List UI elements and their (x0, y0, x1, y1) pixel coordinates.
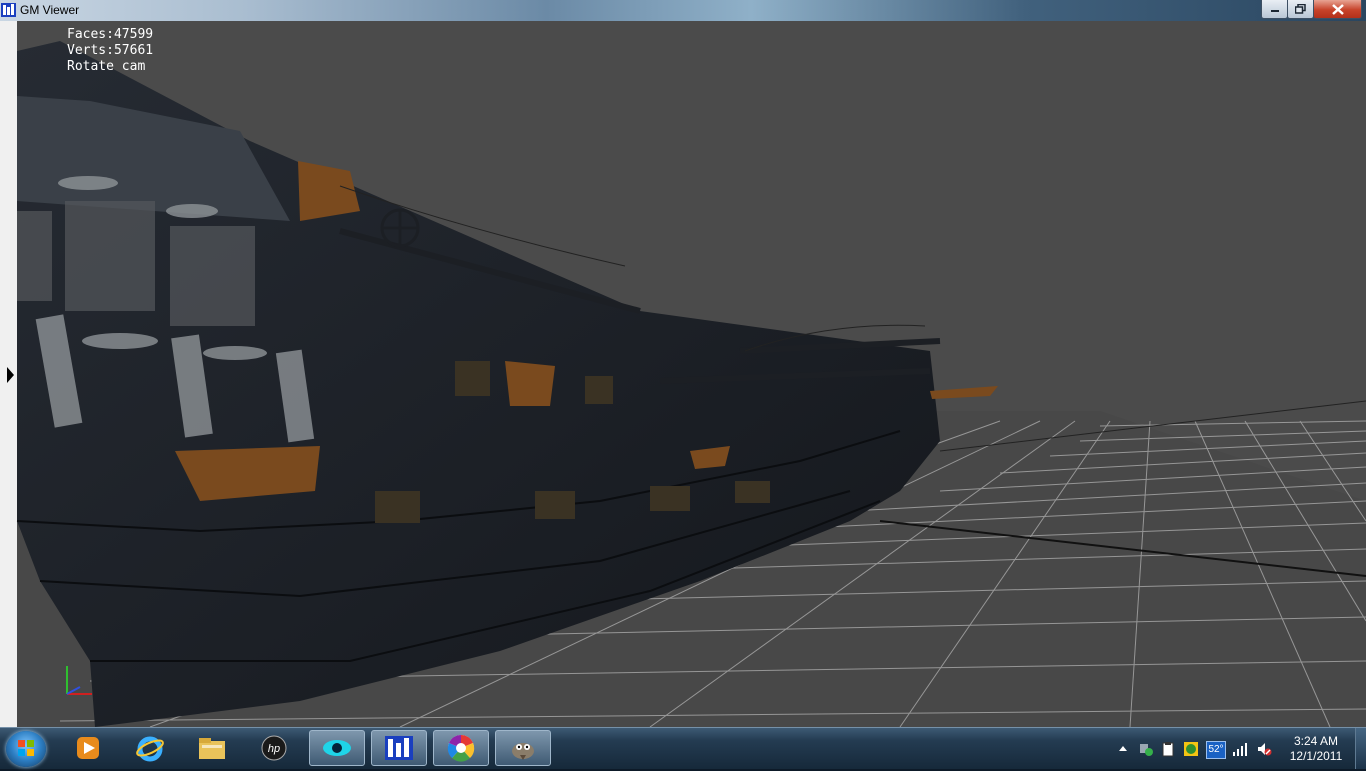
svg-text:hp: hp (268, 743, 280, 755)
signal-strength-icon[interactable] (1232, 741, 1248, 757)
minimize-button[interactable] (1261, 0, 1288, 19)
safely-remove-hardware-icon[interactable] (1138, 741, 1154, 757)
taskbar-eye-app[interactable] (309, 730, 365, 766)
gm-viewer-app-icon (1, 3, 16, 17)
security-shield-icon[interactable] (1183, 741, 1199, 757)
show-desktop-button[interactable] (1355, 728, 1366, 769)
file-explorer-icon (199, 738, 225, 759)
close-icon (1331, 3, 1344, 15)
ship-model-render (16, 41, 1366, 727)
render-stats-overlay: Faces:47599 Verts:57661 Rotate cam (67, 27, 153, 75)
restore-button[interactable] (1287, 0, 1314, 19)
clock-time: 3:24 AM (1293, 734, 1339, 748)
volume-muted-icon[interactable] (1256, 741, 1272, 757)
taskbar-internet-explorer[interactable] (122, 730, 178, 766)
hp-icon: hp (261, 735, 287, 761)
clipboard-icon[interactable] (1160, 741, 1176, 757)
taskbar-gm-viewer[interactable] (371, 730, 427, 766)
camera-mode: Rotate cam (67, 59, 146, 74)
media-player-icon (77, 737, 99, 759)
window-title: GM Viewer (20, 3, 80, 17)
windows-logo-icon (18, 740, 34, 756)
system-tray: 52° (1110, 728, 1290, 769)
taskbar: hp 52° 3:24 AM 12/1/2011 (0, 727, 1366, 769)
weather-badge[interactable]: 52° (1206, 741, 1226, 759)
internet-explorer-icon (136, 736, 164, 762)
eye-app-icon (323, 740, 351, 756)
taskbar-gimp[interactable] (495, 730, 551, 766)
picasa-icon (447, 735, 475, 762)
window-title-bar[interactable]: GM Viewer (0, 0, 1366, 21)
start-button[interactable] (6, 731, 46, 767)
taskbar-media-player[interactable] (60, 730, 116, 766)
system-clock[interactable]: 3:24 AM 12/1/2011 (1280, 734, 1352, 764)
close-button[interactable] (1313, 0, 1362, 19)
face-count: Faces:47599 (67, 27, 154, 42)
restore-icon (1295, 4, 1306, 14)
gm-viewer-taskbar-icon (385, 736, 413, 760)
gimp-icon (512, 743, 534, 760)
clock-date: 12/1/2011 (1289, 749, 1343, 763)
vertex-count: Verts:57661 (67, 43, 154, 58)
3d-viewport[interactable]: Faces:47599 Verts:57661 Rotate cam (0, 21, 1366, 727)
show-hidden-icons-arrow-icon[interactable] (1115, 741, 1131, 757)
ship-wheel (380, 208, 420, 248)
taskbar-picasa[interactable] (433, 730, 489, 766)
taskbar-hp[interactable]: hp (246, 730, 302, 766)
minimize-icon (1270, 10, 1279, 12)
taskbar-file-explorer[interactable] (184, 730, 240, 766)
